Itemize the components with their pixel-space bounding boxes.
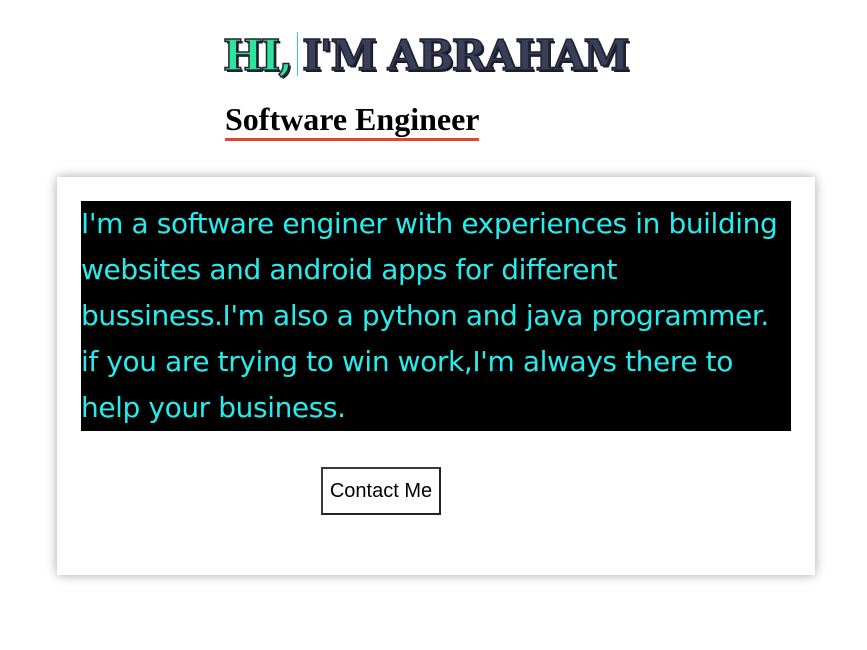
greeting-text: HI, — [222, 30, 293, 81]
hero-headline: HI, I'M ABRAHAM — [222, 28, 630, 84]
page: HI, I'M ABRAHAM Software Engineer I'm a s… — [0, 0, 867, 650]
subtitle: Software Engineer — [225, 100, 480, 141]
name-text: I'M ABRAHAM — [301, 30, 630, 81]
contact-button[interactable]: Contact Me — [321, 467, 441, 515]
about-text: I'm a software enginer with experiences … — [81, 201, 791, 431]
about-card: I'm a software enginer with experiences … — [57, 177, 815, 575]
typing-caret — [296, 32, 298, 76]
